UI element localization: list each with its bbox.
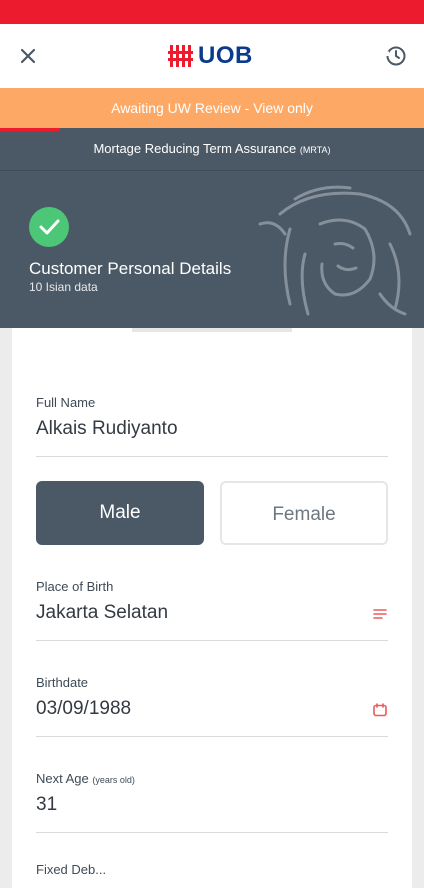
full-name-field[interactable]: Full Name Alkais Rudiyanto xyxy=(36,395,388,457)
next-age-value: 31 xyxy=(36,794,58,815)
section-subtitle: 10 Isian data xyxy=(29,280,98,294)
view-only-banner: Awaiting UW Review - View only xyxy=(0,88,424,128)
history-icon[interactable] xyxy=(384,44,408,68)
uob-logo: UOB xyxy=(168,42,253,70)
full-name-label: Full Name xyxy=(36,395,96,410)
product-name: Mortage Reducing Term Assurance xyxy=(93,141,297,156)
section-title: Customer Personal Details xyxy=(29,259,232,278)
status-bar xyxy=(0,0,424,24)
app-header: UOB xyxy=(0,24,424,88)
product-code: (MRTA) xyxy=(299,145,331,155)
card-tab-stub xyxy=(132,328,292,332)
product-title: Mortage Reducing Term Assurance (MRTA) xyxy=(0,128,424,171)
birthdate-label: Birthdate xyxy=(36,675,89,690)
birthdate-value[interactable]: 03/09/1988 xyxy=(36,698,388,720)
section-hero: Mortage Reducing Term Assurance (MRTA) C… xyxy=(0,128,424,328)
gender-female-button[interactable]: Female xyxy=(220,481,388,545)
check-icon xyxy=(29,207,69,247)
place-of-birth-label: Place of Birth xyxy=(36,579,114,594)
next-age-field: Next Age (years old) 31 xyxy=(36,771,388,833)
next-age-label: Next Age (years old) xyxy=(36,771,388,786)
calendar-icon[interactable] xyxy=(372,702,388,718)
place-of-birth-value[interactable]: Jakarta Selatan xyxy=(36,602,388,624)
next-age-unit: (years old) xyxy=(92,775,135,785)
uob-logo-mark-icon xyxy=(168,45,193,67)
full-name-value[interactable]: Alkais Rudiyanto xyxy=(36,418,388,440)
lion-head-watermark-icon xyxy=(258,185,412,316)
gender-male-button[interactable]: Male xyxy=(36,481,204,545)
birthdate-field[interactable]: Birthdate 03/09/1988 xyxy=(36,675,388,737)
next-age-label-text: Next Age xyxy=(36,771,89,786)
place-of-birth-field[interactable]: Place of Birth Jakarta Selatan xyxy=(36,579,388,641)
logo-text: UOB xyxy=(198,42,253,69)
list-icon[interactable] xyxy=(372,606,388,622)
close-icon[interactable] xyxy=(16,44,40,68)
